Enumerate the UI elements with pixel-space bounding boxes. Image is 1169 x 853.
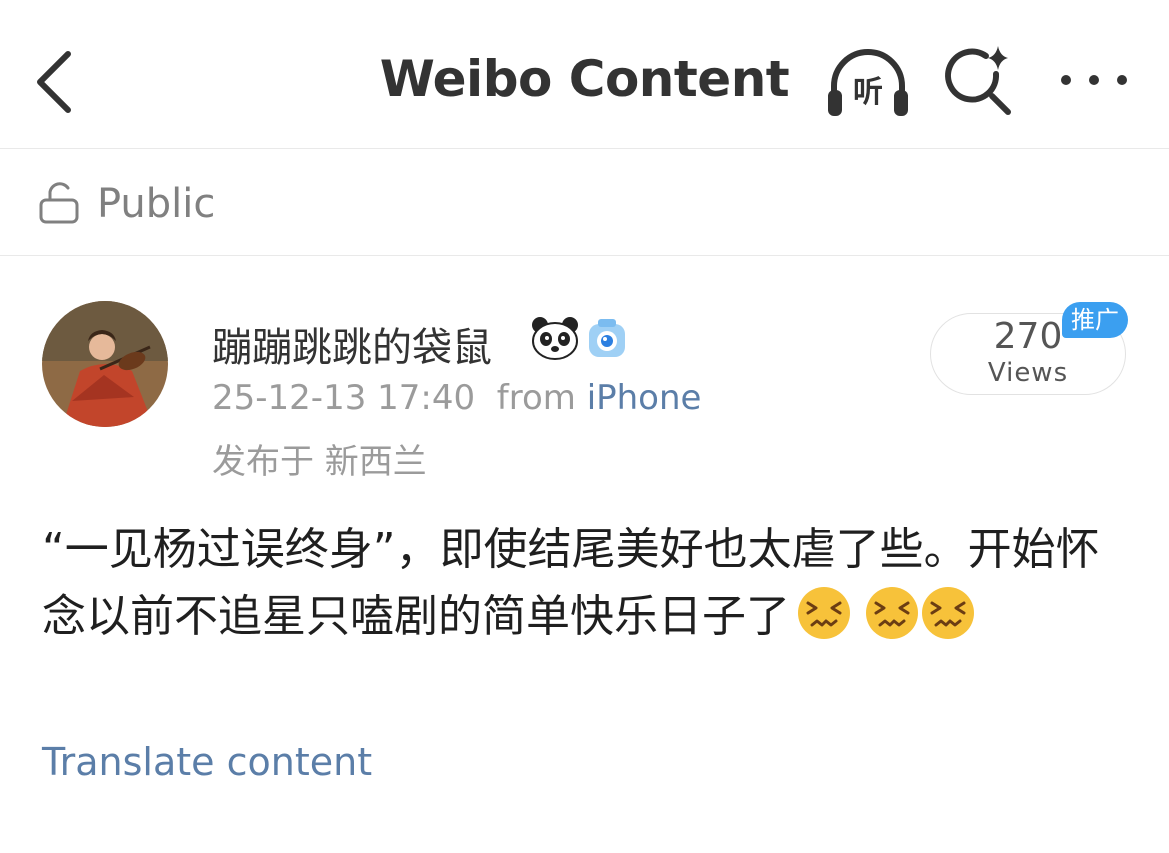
- from-prefix: from: [496, 378, 576, 418]
- panda-icon: [532, 317, 578, 360]
- sparkle-search-icon: [945, 46, 1011, 115]
- more-dots-icon: [1061, 75, 1127, 85]
- confounded-emoji: [922, 587, 974, 639]
- headphones-icon: 听: [828, 49, 908, 116]
- more-button[interactable]: [1056, 60, 1136, 100]
- views-label: Views: [987, 358, 1069, 388]
- translate-button[interactable]: Translate content: [42, 740, 372, 784]
- post-text: “一见杨过误终身”，即使结尾美好也太虐了些。开始怀念以前不追星只嗑剧的简单快乐日…: [42, 516, 1128, 650]
- post-meta: 25-12-13 17:40 from iPhone: [212, 378, 701, 418]
- post-timestamp: 25-12-13 17:40: [212, 378, 476, 418]
- confounded-emoji: [798, 587, 850, 639]
- avatar-image: [42, 301, 168, 427]
- avatar[interactable]: [42, 301, 168, 427]
- listen-button[interactable]: 听: [824, 46, 912, 120]
- top-nav-bar: Weibo Content 听: [0, 0, 1169, 149]
- camera-icon: [589, 319, 625, 357]
- lock-open-icon: [39, 182, 79, 224]
- promo-badge[interactable]: 推广: [1062, 302, 1128, 338]
- visibility-label: Public: [97, 181, 216, 227]
- confounded-emoji: [866, 587, 918, 639]
- post-location: 发布于 新西兰: [212, 442, 427, 482]
- source-link[interactable]: iPhone: [587, 378, 702, 418]
- listen-glyph: 听: [853, 75, 883, 110]
- search-button[interactable]: [944, 44, 1016, 118]
- author-name[interactable]: 蹦蹦跳跳的袋鼠: [212, 315, 492, 373]
